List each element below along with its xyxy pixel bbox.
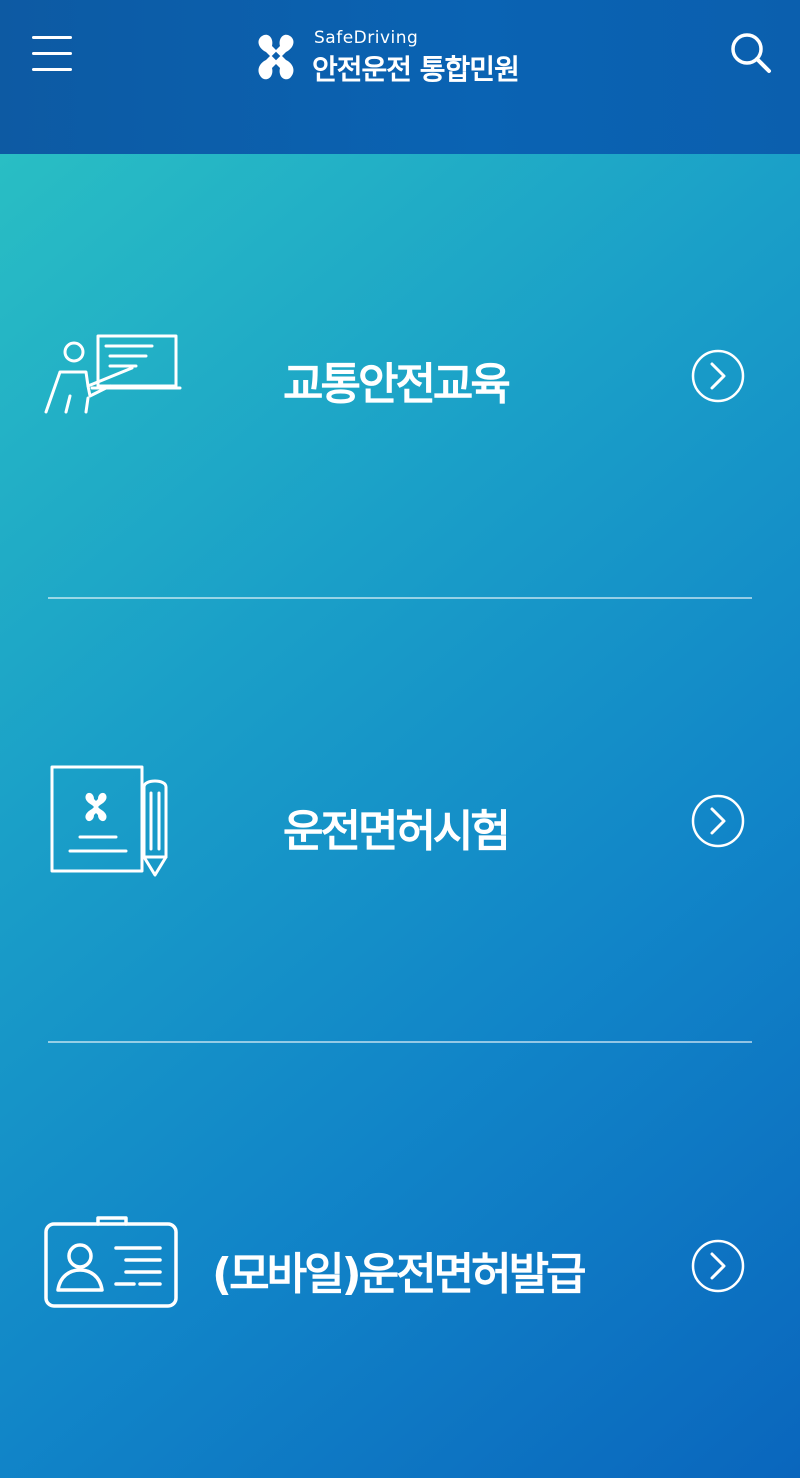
search-button[interactable] (726, 28, 776, 78)
menu-item-driver-license-exam[interactable]: 운전면허시험 (0, 669, 800, 969)
chevron-right-circle-icon (691, 794, 745, 848)
menu-item-label: 교통안전교육 (283, 359, 511, 410)
id-card-icon (44, 1216, 178, 1308)
app-screen: SafeDriving 안전운전 통합민원 교통안전교육 운전면허시험 (모바일… (0, 0, 800, 1478)
hamburger-menu-icon (32, 36, 72, 39)
logo-subtitle: SafeDriving (314, 28, 419, 48)
hamburger-menu-button[interactable] (30, 30, 76, 76)
search-icon (731, 33, 771, 73)
menu-divider (48, 1041, 752, 1043)
chevron-right-circle-icon (691, 1239, 745, 1293)
logo-title: 안전운전 통합민원 (312, 53, 520, 86)
menu-divider (48, 597, 752, 599)
exam-paper-pencil-icon (50, 765, 168, 877)
menu-item-label: 운전면허시험 (283, 806, 511, 857)
menu-item-mobile-license-issue[interactable]: (모바일)운전면허발급 (0, 1114, 800, 1414)
menu-item-label: (모바일)운전면허발급 (212, 1249, 587, 1300)
clover-logo-icon (258, 34, 294, 80)
chevron-right-circle-icon (691, 349, 745, 403)
menu-item-traffic-safety-education[interactable]: 교통안전교육 (0, 224, 800, 524)
top-header: SafeDriving 안전운전 통합민원 (0, 0, 800, 154)
teacher-presentation-icon (44, 334, 182, 414)
logo[interactable]: SafeDriving 안전운전 통합민원 (248, 28, 548, 86)
main-menu-area: 교통안전교육 운전면허시험 (모바일)운전면허발급 (0, 154, 800, 1478)
